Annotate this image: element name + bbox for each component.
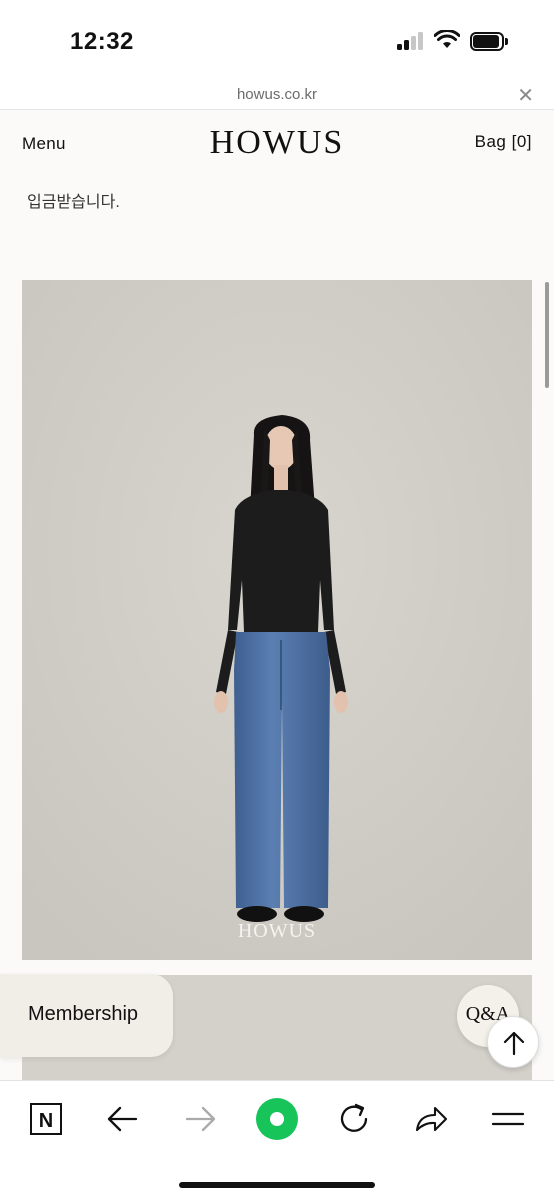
clipped-text-line: · · · · · · · · · · · · · · · · · bbox=[27, 160, 507, 178]
share-icon[interactable] bbox=[409, 1097, 453, 1141]
site-header: Menu HOWUS Bag [0] bbox=[0, 110, 554, 162]
site-logo[interactable]: HOWUS bbox=[0, 124, 554, 162]
arrow-up-icon bbox=[503, 1031, 525, 1056]
battery-icon bbox=[470, 32, 508, 51]
scrollbar[interactable] bbox=[545, 282, 549, 388]
home-indicator bbox=[179, 1182, 375, 1188]
image-watermark: HOWUS bbox=[237, 920, 317, 942]
product-image: HOWUS bbox=[22, 280, 532, 960]
forward-arrow-icon[interactable] bbox=[178, 1097, 222, 1141]
bag-link[interactable]: Bag [0] bbox=[475, 132, 532, 152]
cellular-signal-icon bbox=[397, 32, 425, 50]
payment-notice-text: 입금받습니다. bbox=[27, 194, 120, 211]
green-dot-icon[interactable] bbox=[255, 1097, 299, 1141]
naver-n-icon[interactable]: N bbox=[24, 1097, 68, 1141]
status-time: 12:32 bbox=[70, 28, 134, 55]
reload-icon[interactable] bbox=[332, 1097, 376, 1141]
membership-label: Membership bbox=[28, 1003, 139, 1025]
model-illustration bbox=[22, 280, 532, 960]
browser-toolbar: N bbox=[0, 1080, 554, 1200]
membership-button[interactable]: Membership bbox=[0, 974, 173, 1057]
back-arrow-icon[interactable] bbox=[101, 1097, 145, 1141]
close-icon[interactable]: ✕ bbox=[517, 83, 534, 108]
naver-n-letter: N bbox=[39, 1110, 53, 1132]
url-text[interactable]: howus.co.kr bbox=[0, 86, 554, 103]
hamburger-menu-icon[interactable] bbox=[486, 1097, 530, 1141]
status-bar: 12:32 bbox=[0, 0, 554, 80]
scroll-to-top-button[interactable] bbox=[487, 1016, 539, 1068]
browser-url-bar[interactable]: howus.co.kr ✕ bbox=[0, 80, 554, 110]
wifi-icon bbox=[434, 30, 460, 48]
